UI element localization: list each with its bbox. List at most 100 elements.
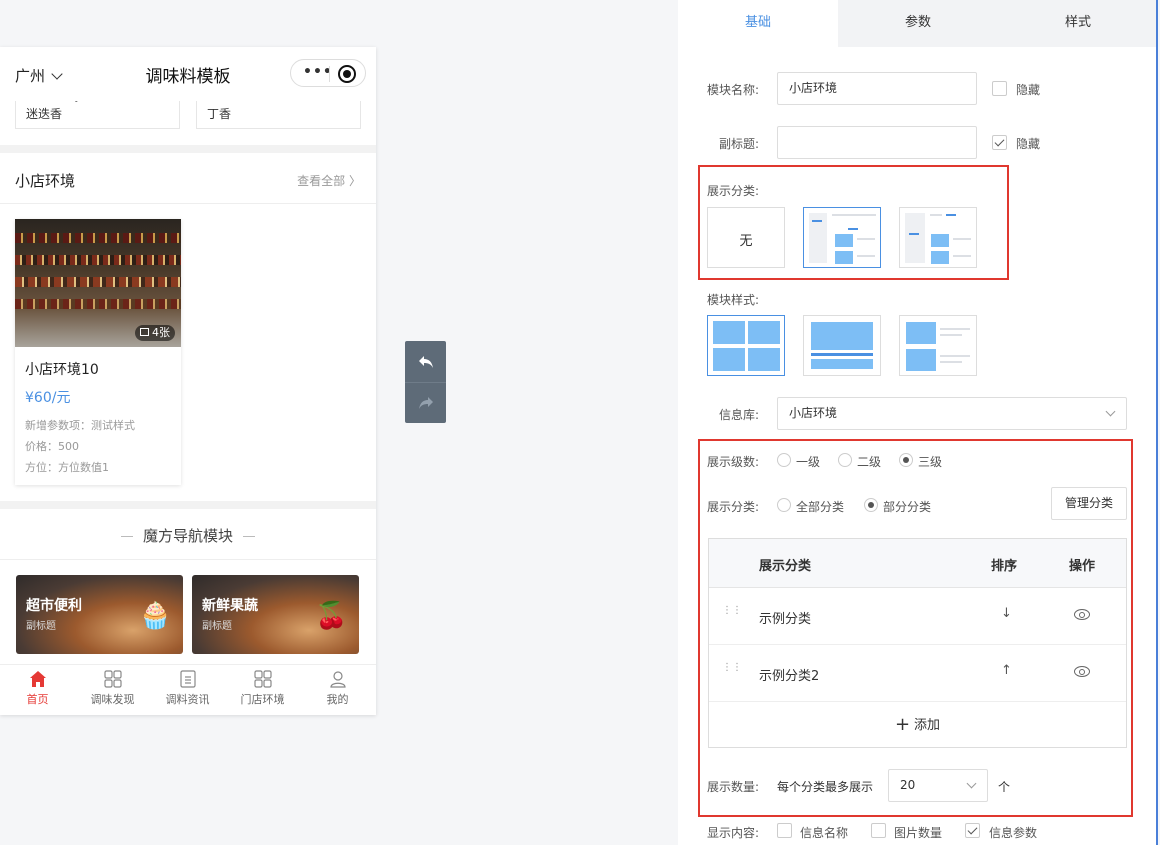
tab-basic[interactable]: 基础 [678,0,838,47]
category-name: 示例分类2 [759,669,820,684]
tab-discover[interactable]: 调味发现 [75,669,150,707]
module-style-large[interactable] [803,315,881,376]
preview-mark [812,220,822,222]
shelf-row [15,255,181,265]
rubik-item-subtitle: 副标题 [26,621,56,632]
chevron-down-icon [1105,406,1116,417]
preview-block [811,322,873,350]
herb-cn-name: 迷迭香 [26,107,63,121]
info-lib-select[interactable]: 小店环境 [777,397,1127,430]
preview-block [811,359,873,369]
env-card[interactable]: 4张 小店环境10 ¥60/元 新增参数项：测试样式 价格：500 方位：方位数… [15,219,181,485]
env-item-meta: 新增参数项：测试样式 [25,419,135,432]
hide-name-checkbox[interactable] [992,81,1007,96]
drag-handle-icon[interactable]: ⋮⋮ [722,663,742,681]
level-radio-3[interactable] [899,453,913,467]
tab-label: 门店环境 [240,693,285,706]
view-all-link[interactable]: 查看全部 〉 [297,172,361,189]
scope-option-label: 部分分类 [883,500,932,514]
settings-panel: 基础 参数 样式 模块名称: 小店环境 隐藏 副标题: 隐藏 展示分类: 无 模… [678,0,1158,845]
column-header: 展示分类 [759,559,812,574]
column-header: 排序 [991,559,1018,574]
count-prefix: 每个分类最多展示 [777,780,874,794]
tab-home[interactable]: 首页 [0,669,75,707]
show-category-label: 展示分类: [707,184,760,198]
rubik-item-title: 超市便利 [26,598,82,614]
history-toolbar [405,341,446,423]
shelf-row [15,277,181,287]
panel-tabs: 基础 参数 样式 [678,0,1156,47]
section-divider [0,145,376,153]
rubik-title-text: 魔方导航模块 [142,527,233,545]
preview-mark [946,214,956,216]
category-table: 展示分类 排序 操作 ⋮⋮ 示例分类 ↓ ⋮⋮ 示例分类2 ↑ + 添加 [708,538,1127,748]
content-checkbox-params[interactable] [965,823,980,838]
module-style-list[interactable] [899,315,977,376]
tab-label: 首页 [26,693,49,706]
cherry-icon: 🍒 [315,601,348,631]
capsule-menu[interactable]: ••• [290,59,366,87]
rubik-item-subtitle: 副标题 [202,621,232,632]
eye-icon[interactable] [1074,609,1090,620]
table-header: 展示分类 排序 操作 [709,539,1126,588]
level-radio-2[interactable] [838,453,852,467]
undo-icon [418,355,433,368]
add-label: 添加 [914,718,941,733]
view-all-label: 查看全部 [297,174,346,188]
preview-line [940,355,970,357]
level-radio-1[interactable] [777,453,791,467]
preview-block [931,251,949,264]
module-style-grid[interactable] [707,315,785,376]
category-scope-label: 展示分类: [707,500,760,514]
manage-category-button[interactable]: 管理分类 [1051,487,1127,520]
subtitle-input[interactable] [777,126,977,159]
eye-icon[interactable] [1074,666,1090,677]
env-section-title: 小店环境 [15,172,76,190]
preview-block [748,348,780,371]
module-name-input[interactable]: 小店环境 [777,72,977,105]
tab-style[interactable]: 样式 [998,0,1158,47]
undo-button[interactable] [405,341,446,382]
content-checkbox-name[interactable] [777,823,792,838]
info-lib-value: 小店环境 [789,406,838,420]
preview-block [835,251,853,264]
arrow-down-icon[interactable]: ↓ [1001,606,1012,621]
muffin-icon: 🧁 [139,601,172,631]
column-header: 操作 [1069,559,1096,574]
rubik-nav-item[interactable]: 新鲜果蔬 副标题 🍒 [192,575,359,654]
content-checkbox-image-count[interactable] [871,823,886,838]
count-select[interactable]: 20 [888,769,988,802]
level-option-label: 二级 [857,455,882,469]
scope-radio-partial[interactable] [864,498,878,512]
add-category-button[interactable]: + 添加 [709,702,1126,747]
tab-store-env[interactable]: 门店环境 [225,669,300,707]
preview-line [832,214,876,216]
image-count-label: 4张 [152,326,170,339]
preview-sidebar [905,213,925,263]
category-style-none[interactable]: 无 [707,207,785,268]
arrow-up-icon[interactable]: ↑ [1001,663,1012,678]
preview-mark [848,228,858,230]
drag-handle-icon[interactable]: ⋮⋮ [722,606,742,624]
title-dash [120,536,133,537]
category-style-top-menu[interactable] [899,207,977,268]
tab-label: 调料资讯 [165,693,210,706]
scope-radio-all[interactable] [777,498,791,512]
category-style-left-menu[interactable] [803,207,881,268]
title-dash [243,536,255,537]
redo-button[interactable] [405,382,446,423]
close-target-icon[interactable] [338,65,356,83]
module-name-label: 模块名称: [707,83,760,97]
scope-option-label: 全部分类 [796,500,845,514]
hide-subtitle-checkbox[interactable] [992,135,1007,150]
tab-mine[interactable]: 我的 [300,669,375,707]
rubik-nav-item[interactable]: 超市便利 副标题 🧁 [16,575,183,654]
tab-params[interactable]: 参数 [838,0,998,47]
rubik-item-title: 新鲜果蔬 [202,598,258,614]
category-none-label: 无 [739,234,753,249]
preview-block [713,348,745,371]
count-label: 展示数量: [707,780,760,794]
tab-news[interactable]: 调料资讯 [150,669,225,707]
module-style-label: 模块样式: [707,293,760,307]
redo-icon [418,397,433,409]
